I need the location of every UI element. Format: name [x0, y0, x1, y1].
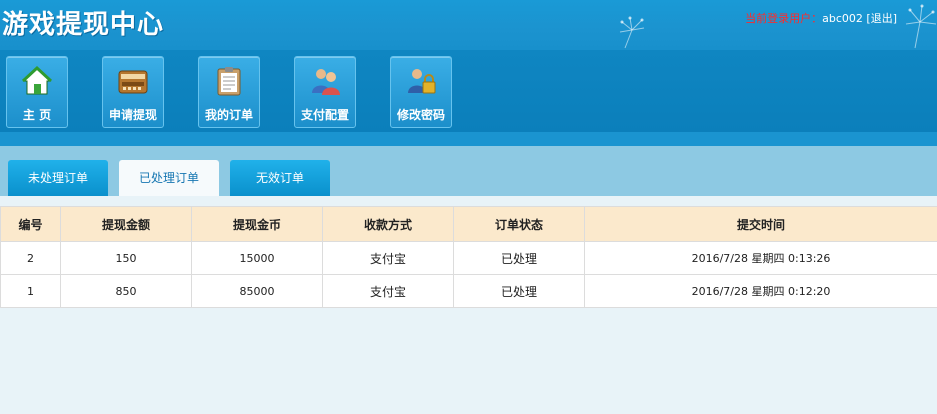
column-header-coins: 提现金币: [191, 206, 323, 242]
app-title: 游戏提现中心: [2, 10, 165, 40]
nav-label: 主 页: [22, 108, 52, 122]
user-info: 当前登录用户：abc002 [退出]: [745, 10, 897, 26]
tab-processed-orders[interactable]: 已处理订单: [119, 160, 219, 196]
nav-label: 申请提现: [108, 108, 157, 122]
table-row: 2 150 15000 支付宝 已处理 2016/7/28 星期四 0:13:2…: [0, 241, 937, 275]
nav-divider: [0, 132, 937, 146]
withdraw-icon: [118, 70, 148, 94]
change-password-icon: [408, 69, 436, 94]
nav-label: 支付配置: [300, 108, 349, 122]
cell-coins: 85000: [191, 274, 323, 308]
orders-table: 编号 提现金额 提现金币 收款方式 订单状态 提交时间 2 150 15000 …: [0, 206, 937, 308]
column-header-status: 订单状态: [453, 206, 585, 242]
nav-withdraw[interactable]: 申请提现: [102, 56, 164, 128]
cell-id: 2: [0, 241, 61, 275]
nav-payment-config[interactable]: 支付配置: [294, 56, 356, 128]
payment-config-icon: [312, 69, 340, 95]
tab-bar: 未处理订单 已处理订单 无效订单: [0, 146, 937, 196]
logout-link[interactable]: [退出]: [866, 12, 897, 25]
username: abc002: [822, 12, 863, 25]
table-header-row: 编号 提现金额 提现金币 收款方式 订单状态 提交时间: [0, 206, 937, 242]
main-nav: 主 页 申请提现 我的订单 支付配置 修改密码: [0, 50, 937, 132]
column-header-amount: 提现金额: [60, 206, 192, 242]
orders-icon: [217, 67, 241, 96]
nav-label: 修改密码: [396, 108, 445, 122]
current-user-label: 当前登录用户：: [745, 12, 823, 25]
cell-coins: 15000: [191, 241, 323, 275]
column-header-method: 收款方式: [322, 206, 454, 242]
column-header-time: 提交时间: [584, 206, 937, 242]
cell-method: 支付宝: [322, 274, 454, 308]
cell-status: 已处理: [453, 241, 585, 275]
tab-unprocessed-orders[interactable]: 未处理订单: [8, 160, 108, 196]
cell-time: 2016/7/28 星期四 0:13:26: [584, 241, 937, 275]
home-icon: [21, 65, 53, 95]
cell-status: 已处理: [453, 274, 585, 308]
nav-my-orders[interactable]: 我的订单: [198, 56, 260, 128]
header-bar: 游戏提现中心 当前登录用户：abc002 [退出]: [0, 0, 937, 50]
column-header-id: 编号: [0, 206, 61, 242]
nav-change-password[interactable]: 修改密码: [390, 56, 452, 128]
cell-method: 支付宝: [322, 241, 454, 275]
table-row: 1 850 85000 支付宝 已处理 2016/7/28 星期四 0:12:2…: [0, 274, 937, 308]
cell-amount: 150: [60, 241, 192, 275]
cell-id: 1: [0, 274, 61, 308]
cell-amount: 850: [60, 274, 192, 308]
nav-home[interactable]: 主 页: [6, 56, 68, 128]
nav-label: 我的订单: [204, 108, 253, 122]
cell-time: 2016/7/28 星期四 0:12:20: [584, 274, 937, 308]
tab-invalid-orders[interactable]: 无效订单: [230, 160, 330, 196]
